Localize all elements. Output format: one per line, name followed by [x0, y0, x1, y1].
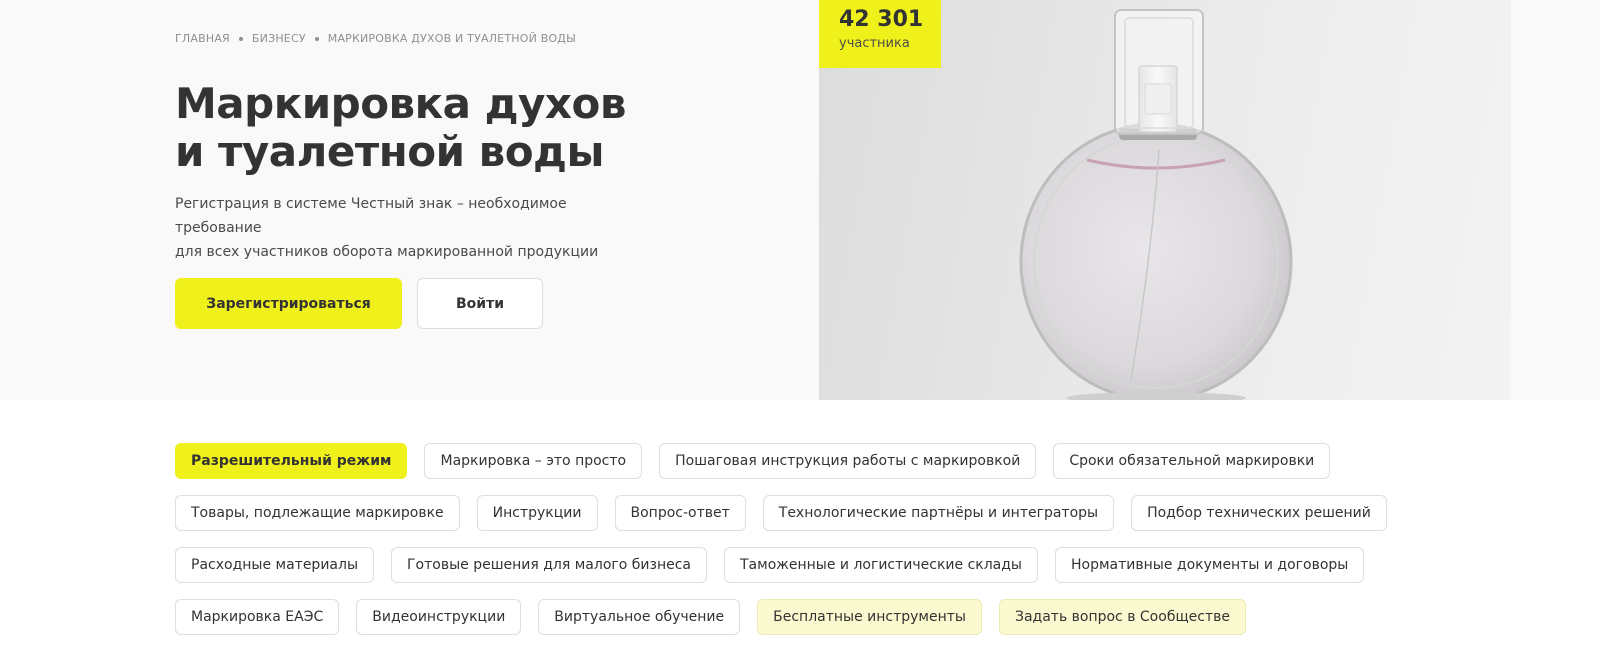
breadcrumb-separator [238, 36, 243, 41]
chip-tech-solutions[interactable]: Подбор технических решений [1131, 495, 1387, 531]
chip-ask-community[interactable]: Задать вопрос в Сообществе [998, 599, 1246, 635]
breadcrumb-item-business[interactable]: Бизнесу [252, 32, 306, 45]
chip-goods-subject-to-marking[interactable]: Товары, подлежащие маркировке [175, 495, 460, 531]
chip-video-instructions[interactable]: Видеоинструкции [356, 599, 522, 635]
chip-instructions[interactable]: Инструкции [476, 495, 598, 531]
chip-row-3: Расходные материалы Готовые решения для … [175, 547, 1375, 583]
chip-virtual-training[interactable]: Виртуальное обучение [538, 599, 741, 635]
page-title-line-2: и туалетной воды [175, 127, 604, 176]
hero-subtitle-line-2: для всех участников оборота маркированно… [175, 244, 599, 260]
page-title-line-1: Маркировка духов [175, 79, 626, 128]
breadcrumb-item-current: Маркировка духов и туалетной воды [327, 32, 577, 45]
chip-tech-partners[interactable]: Технологические партнёры и интеграторы [762, 495, 1115, 531]
hero-section: Главная Бизнесу Маркировка духов и туале… [0, 0, 1600, 400]
hero-subtitle: Регистрация в системе Честный знак – нео… [175, 192, 655, 264]
breadcrumb-item-home[interactable]: Главная [175, 32, 230, 45]
chip-free-tools[interactable]: Бесплатные инструменты [757, 599, 982, 635]
participants-counter: 42 301 участника [819, 0, 941, 68]
chip-permit-regime[interactable]: Разрешительный режим [175, 443, 408, 479]
breadcrumb: Главная Бизнесу Маркировка духов и туале… [175, 32, 576, 45]
chip-row-1: Разрешительный режим Маркировка – это пр… [175, 443, 1375, 479]
breadcrumb-separator [314, 36, 319, 41]
chip-marking-is-simple[interactable]: Маркировка – это просто [424, 443, 643, 479]
chip-consumables[interactable]: Расходные материалы [175, 547, 374, 583]
login-button[interactable]: Войти [417, 278, 543, 329]
chip-row-2: Товары, подлежащие маркировке Инструкции… [175, 495, 1387, 531]
register-button[interactable]: Зарегистрироваться [175, 278, 402, 329]
chip-row-4: Маркировка ЕАЭС Видеоинструкции Виртуаль… [175, 599, 1375, 635]
participants-label: участника [839, 36, 910, 51]
topic-chips: Разрешительный режим Маркировка – это пр… [175, 443, 1387, 651]
chip-faq[interactable]: Вопрос-ответ [614, 495, 746, 531]
chip-customs-warehouses[interactable]: Таможенные и логистические склады [724, 547, 1038, 583]
chip-regulatory-documents[interactable]: Нормативные документы и договоры [1055, 547, 1365, 583]
chip-eaeu-marking[interactable]: Маркировка ЕАЭС [175, 599, 340, 635]
chip-step-by-step-guide[interactable]: Пошаговая инструкция работы с маркировко… [659, 443, 1037, 479]
participants-count: 42 301 [839, 7, 924, 32]
chip-small-business-solutions[interactable]: Готовые решения для малого бизнеса [391, 547, 707, 583]
hero-subtitle-line-1: Регистрация в системе Честный знак – нео… [175, 196, 567, 236]
chip-mandatory-deadlines[interactable]: Сроки обязательной маркировки [1053, 443, 1331, 479]
hero-content: Главная Бизнесу Маркировка духов и туале… [175, 0, 815, 400]
page-title: Маркировка духов и туалетной воды [175, 80, 795, 176]
